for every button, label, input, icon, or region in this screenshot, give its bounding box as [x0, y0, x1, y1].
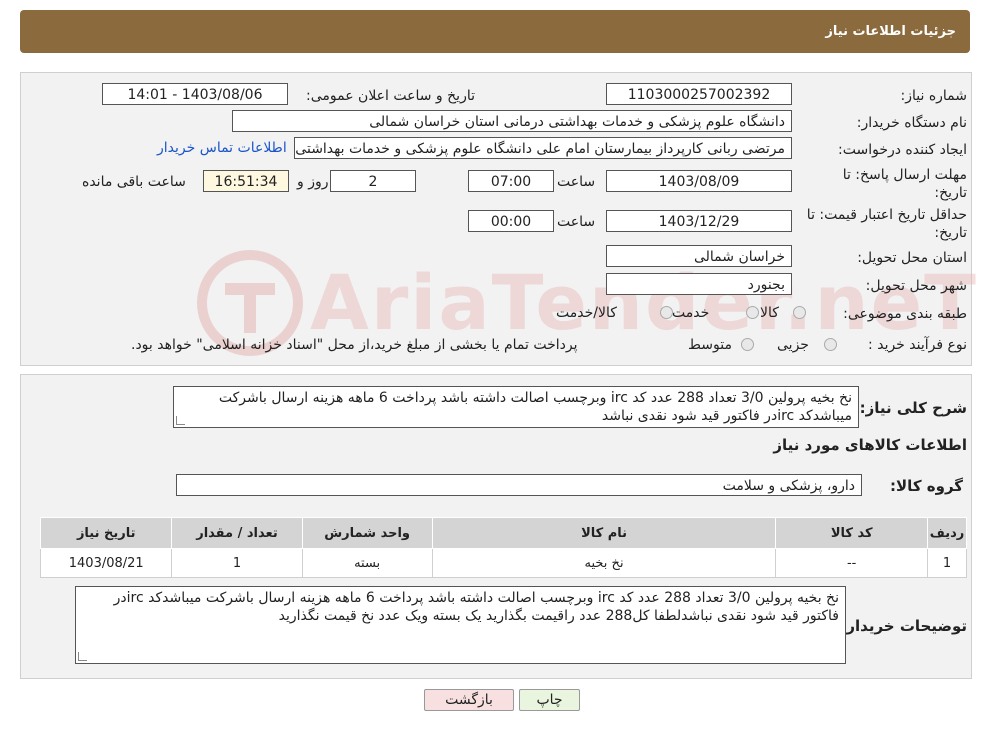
buyer-contact-link[interactable]: اطلاعات تماس خریدار [157, 140, 287, 156]
deadline-days-label: روز و [297, 174, 329, 190]
deadline-days-field: 2 [330, 170, 416, 192]
deadline-time-field: 07:00 [468, 170, 554, 192]
description-text: نخ بخیه پرولین 3/0 تعداد 288 عدد کد irc … [218, 390, 852, 424]
description-label: شرح کلی نیاز: [859, 399, 967, 417]
deadline-time-label: ساعت [557, 174, 596, 190]
resize-grip-icon[interactable] [78, 652, 87, 661]
page-title: جزئیات اطلاعات نیاز [825, 24, 956, 39]
deadline-date-field: 1403/08/09 [606, 170, 792, 192]
category-option-goods-service: کالا/خدمت [556, 305, 617, 321]
print-button[interactable]: چاپ [519, 689, 580, 711]
category-radio-service[interactable] [746, 306, 759, 319]
category-option-goods: کالا [760, 305, 779, 321]
goods-group-field: دارو، پزشکی و سلامت [176, 474, 862, 496]
validity-time-label: ساعت [557, 214, 596, 230]
need-number-label: شماره نیاز: [900, 88, 968, 104]
need-number-field: 1103000257002392 [606, 83, 792, 105]
resize-grip-icon[interactable] [176, 416, 185, 425]
category-radio-goods[interactable] [793, 306, 806, 319]
remaining-time-label: ساعت باقی مانده [82, 174, 186, 190]
province-label: استان محل تحویل: [857, 250, 967, 266]
process-option-medium: متوسط [688, 337, 732, 353]
cell-unit: بسته [301, 548, 433, 578]
cell-row: 1 [927, 548, 967, 578]
process-label: نوع فرآیند خرید : [868, 337, 967, 353]
validity-label: حداقل تاریخ اعتبار قیمت: تا تاریخ: [806, 207, 967, 241]
page-header: جزئیات اطلاعات نیاز [20, 10, 970, 53]
buyer-notes-text: نخ بخیه پرولین 3/0 تعداد 288 عدد کد irc … [113, 590, 839, 624]
process-radio-medium[interactable] [741, 338, 754, 351]
buyer-org-label: نام دستگاه خریدار: [856, 115, 967, 131]
buyer-org-field: دانشگاه علوم پزشکی و خدمات بهداشتی درمان… [232, 110, 792, 132]
city-field: بجنورد [606, 273, 792, 295]
table-header-row: ردیف کد کالا نام کالا واحد شمارش تعداد /… [39, 517, 967, 549]
buyer-notes-textarea: نخ بخیه پرولین 3/0 تعداد 288 عدد کد irc … [75, 586, 846, 664]
description-textarea: نخ بخیه پرولین 3/0 تعداد 288 عدد کد irc … [173, 386, 859, 428]
watermark-text: AriaTender.neT [310, 258, 978, 347]
table-row: 1 -- نخ بخیه بسته 1 1403/08/21 [39, 548, 967, 578]
col-row-header: ردیف [927, 517, 967, 549]
category-radio-goods-service[interactable] [660, 306, 673, 319]
creator-field: مرتضی ربانی کارپرداز بیمارستان امام علی … [294, 137, 792, 159]
cell-code: -- [775, 548, 929, 578]
cell-qty: 1 [171, 548, 303, 578]
col-qty-header: تعداد / مقدار [171, 517, 303, 549]
process-option-minor: جزیی [777, 337, 809, 353]
validity-date-field: 1403/12/29 [606, 210, 792, 232]
deadline-label: مهلت ارسال پاسخ: تا تاریخ: [842, 167, 967, 201]
creator-label: ایجاد کننده درخواست: [838, 142, 967, 158]
announce-label: تاریخ و ساعت اعلان عمومی: [306, 88, 475, 104]
announce-field: 1403/08/06 - 14:01 [102, 83, 288, 105]
col-date-header: تاریخ نیاز [39, 517, 173, 549]
col-name-header: نام کالا [431, 517, 777, 549]
goods-section-title: اطلاعات کالاهای مورد نیاز [773, 436, 967, 454]
goods-group-label: گروه کالا: [890, 477, 963, 495]
back-button[interactable]: بازگشت [424, 689, 514, 711]
category-option-service: خدمت [672, 305, 710, 321]
category-label: طبقه بندی موضوعی: [843, 306, 967, 322]
cell-date: 1403/08/21 [39, 548, 173, 578]
process-payment-note: پرداخت تمام یا بخشی از مبلغ خرید،از محل … [131, 337, 578, 353]
col-code-header: کد کالا [775, 517, 929, 549]
col-unit-header: واحد شمارش [301, 517, 433, 549]
goods-table: ردیف کد کالا نام کالا واحد شمارش تعداد /… [39, 517, 967, 578]
province-field: خراسان شمالی [606, 245, 792, 267]
remaining-time-field: 16:51:34 [203, 170, 289, 192]
city-label: شهر محل تحویل: [865, 278, 967, 294]
buyer-notes-label: توضیحات خریدار: [840, 617, 967, 635]
validity-time-field: 00:00 [468, 210, 554, 232]
cell-name: نخ بخیه [431, 548, 777, 578]
process-radio-minor[interactable] [824, 338, 837, 351]
